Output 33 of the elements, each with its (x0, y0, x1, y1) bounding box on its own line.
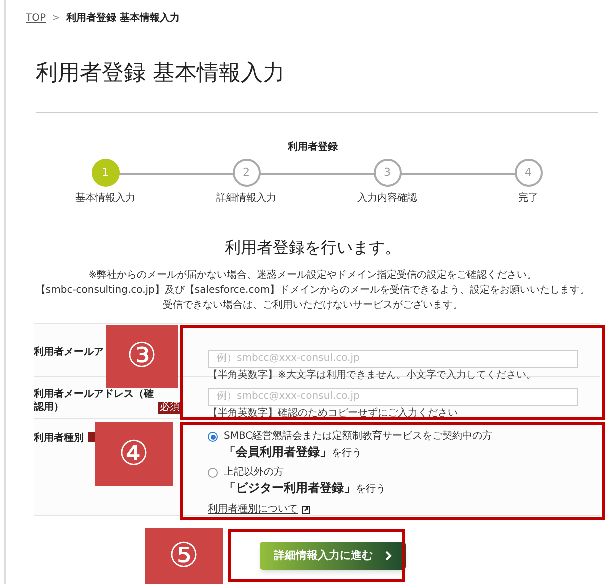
email-field[interactable]: 例）smbcc@xxx-consul.co.jp (208, 350, 578, 368)
step-label: 基本情報入力 (76, 192, 136, 206)
info-link[interactable]: 利用者種別について (208, 502, 298, 517)
radio-caption: 上記以外の方 (224, 466, 285, 480)
notice-text: 【smbc-consulting.co.jp】及び【salesforce.com】ドメインからのメールを受信できるよう、設定をお願いいたします。 (36, 284, 590, 298)
breadcrumb-separator: > (52, 12, 60, 26)
breadcrumb-link[interactable]: TOP (26, 10, 46, 26)
radio-caption: SMBC経営懇話会または定額制教育サービスをご契約中の方 (224, 430, 493, 444)
step-label: 完了 (518, 192, 538, 206)
chevron-right-icon (385, 551, 392, 561)
step-label: 入力内容確認 (358, 192, 418, 206)
section-heading: 利用者登録を行います。 (224, 237, 402, 259)
required-badge: 必須 (158, 402, 182, 414)
step-label: 詳細情報入力 (216, 192, 276, 206)
stepper-title: 利用者登録 (288, 142, 338, 153)
next-button[interactable]: 詳細情報入力に進む (260, 542, 406, 570)
notice-text: 受信できない場合は、ご利用いただけないサービスがございます。 (163, 298, 463, 313)
field-label: 利用者種別 (34, 432, 84, 446)
field-hint: 【半角英数字】※大文字は利用できません。小文字で入力してください。 (208, 369, 538, 382)
radio-action: 「会員利用者登録」を行う (224, 444, 363, 461)
field-label: 利用者メールア (34, 346, 104, 359)
breadcrumb-current: 利用者登録 基本情報入力 (66, 12, 180, 26)
notice-text: ※弊社からのメールが届かない場合、迷惑メール設定やドメイン指定受信の設定をご確認ください。 (88, 268, 538, 283)
field-label: 利用者メールアドレス（確認用） (34, 388, 154, 414)
radio-action: 「ビジター利用者登録」を行う (224, 480, 386, 497)
radio-button[interactable] (208, 432, 218, 442)
annotation-label: ⑤ (145, 528, 223, 584)
annotation-label: ③ (106, 325, 178, 388)
annotation-label: ④ (95, 422, 173, 486)
radio-button[interactable] (208, 468, 218, 478)
page-title: 利用者登録 基本情報入力 (36, 60, 285, 88)
external-link-icon (302, 506, 310, 514)
email-field[interactable]: 例）smbcc@xxx-consul.co.jp (208, 388, 578, 406)
